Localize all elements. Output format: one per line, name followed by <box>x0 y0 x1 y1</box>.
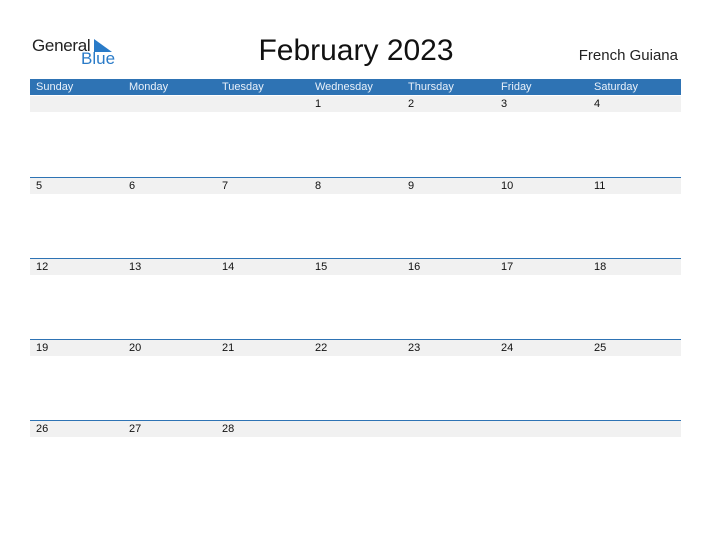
day-cell: 28 <box>222 423 235 435</box>
week-row-3: 12 13 14 15 16 17 18 <box>30 258 681 275</box>
weekday-saturday: Saturday <box>594 81 639 93</box>
day-cell: 25 <box>594 342 607 354</box>
day-cell: 11 <box>594 180 606 192</box>
day-cell <box>123 96 216 112</box>
day-cell: 18 <box>594 261 607 273</box>
day-cell <box>216 96 309 112</box>
day-cell: 3 <box>501 98 508 110</box>
day-cell: 5 <box>36 180 43 192</box>
day-cell <box>30 96 123 112</box>
weekday-header: Sunday Monday Tuesday Wednesday Thursday… <box>30 79 681 95</box>
day-cell: 13 <box>129 261 142 273</box>
day-cell: 4 <box>594 98 601 110</box>
day-cell <box>309 421 402 437</box>
day-cell: 22 <box>315 342 328 354</box>
weekday-thursday: Thursday <box>408 81 454 93</box>
week-row-2: 5 6 7 8 9 10 11 <box>30 177 681 194</box>
weekday-friday: Friday <box>501 81 532 93</box>
day-cell <box>402 421 495 437</box>
day-cell: 16 <box>408 261 421 273</box>
day-cell: 14 <box>222 261 235 273</box>
day-cell: 26 <box>36 423 49 435</box>
weekday-monday: Monday <box>129 81 169 93</box>
day-cell: 8 <box>315 180 322 192</box>
day-cell: 24 <box>501 342 514 354</box>
day-cell <box>588 421 681 437</box>
day-cell <box>495 421 588 437</box>
day-cell: 2 <box>408 98 415 110</box>
day-cell: 19 <box>36 342 49 354</box>
country-label: French Guiana <box>578 47 678 64</box>
day-cell: 27 <box>129 423 142 435</box>
day-cell: 23 <box>408 342 421 354</box>
day-cell: 20 <box>129 342 142 354</box>
day-cell: 17 <box>501 261 514 273</box>
day-cell: 10 <box>501 180 514 192</box>
calendar-page: General Blue February 2023 French Guiana… <box>0 0 712 550</box>
day-cell: 1 <box>315 98 322 110</box>
day-cell: 7 <box>222 180 229 192</box>
day-cell: 12 <box>36 261 49 273</box>
week-row-4: 19 20 21 22 23 24 25 <box>30 339 681 356</box>
weekday-tuesday: Tuesday <box>222 81 264 93</box>
week-row-1: 1 2 3 4 <box>30 96 681 112</box>
day-cell: 6 <box>129 180 136 192</box>
weekday-sunday: Sunday <box>36 81 74 93</box>
day-cell: 9 <box>408 180 415 192</box>
day-cell: 21 <box>222 342 235 354</box>
week-row-5: 26 27 28 <box>30 420 681 437</box>
weekday-wednesday: Wednesday <box>315 81 373 93</box>
day-cell: 15 <box>315 261 328 273</box>
